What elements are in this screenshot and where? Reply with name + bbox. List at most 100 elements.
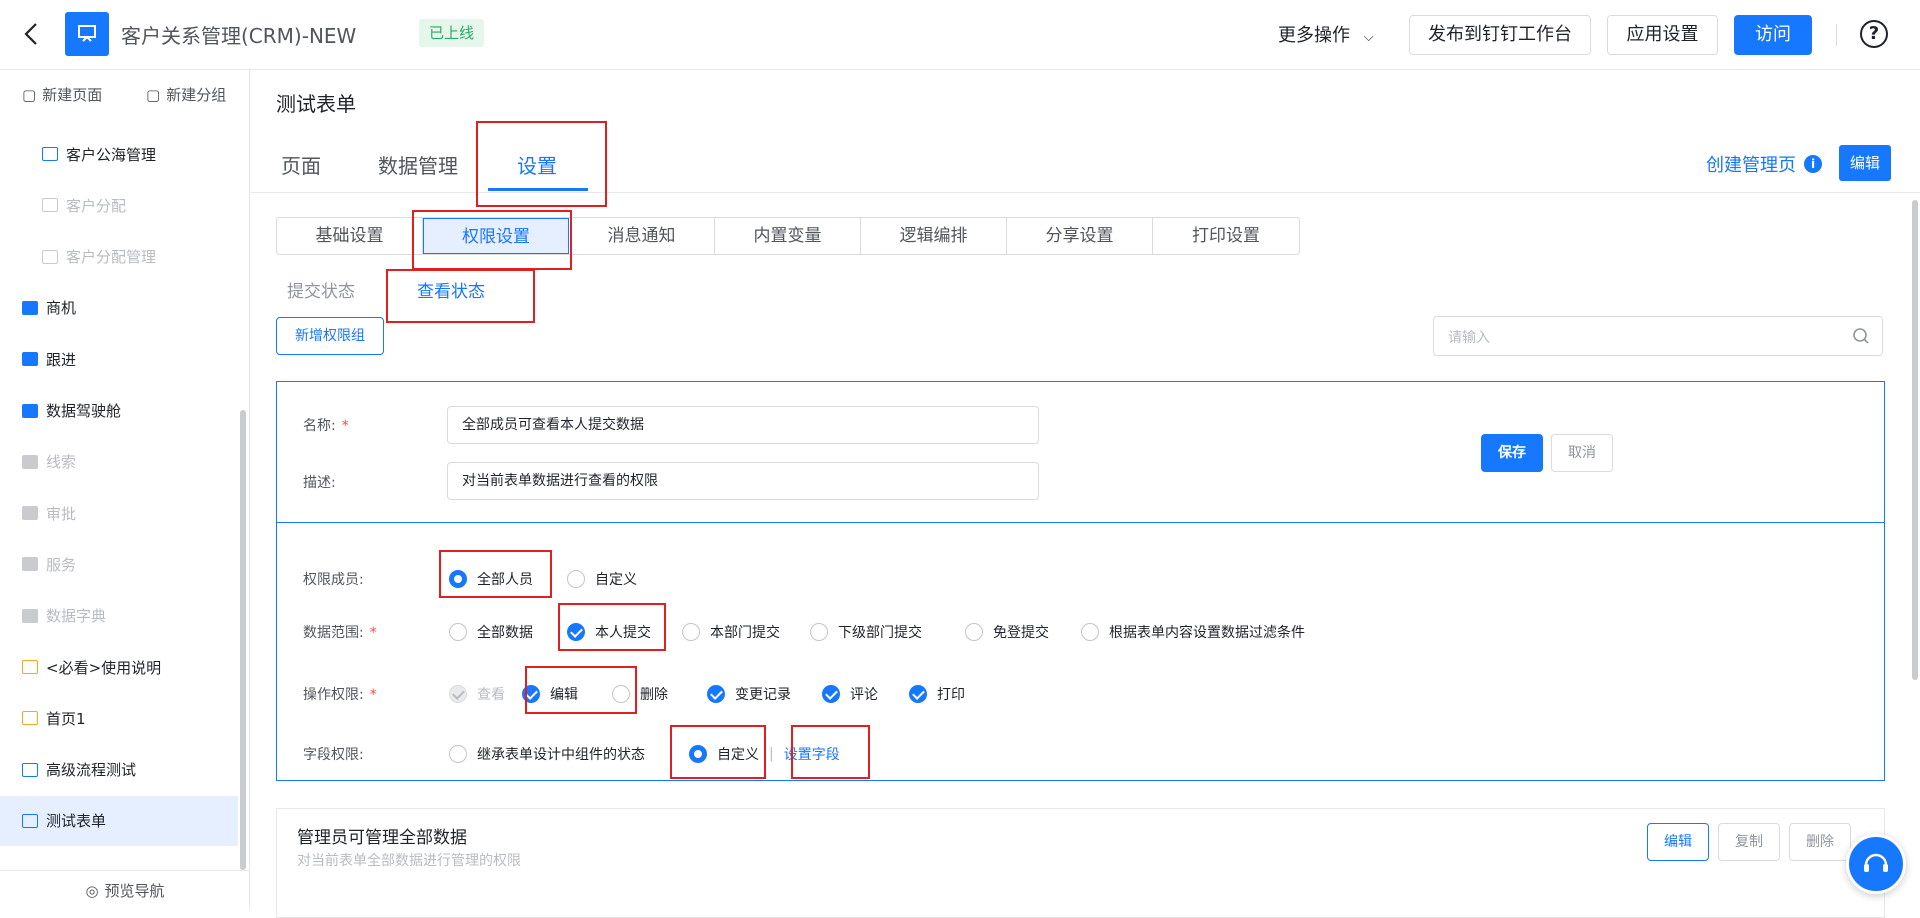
radio-control[interactable] xyxy=(689,745,707,763)
divider xyxy=(277,522,1884,523)
sidebar-item[interactable]: 客户分配 xyxy=(0,180,238,230)
checkbox-control[interactable] xyxy=(567,623,585,641)
operation-permission-option[interactable]: 编辑 xyxy=(522,684,578,704)
option-label: 删除 xyxy=(640,687,668,703)
radio-control[interactable] xyxy=(449,570,467,588)
sidebar-item[interactable]: 首页1 xyxy=(0,693,238,743)
sidebar-item[interactable]: 数据字典 xyxy=(0,591,238,641)
info-icon[interactable]: i xyxy=(1804,155,1822,173)
tab-share-settings[interactable]: 分享设置 xyxy=(1007,218,1153,254)
name-label: 名称: * xyxy=(303,418,349,434)
tab-logic-orchestration[interactable]: 逻辑编排 xyxy=(861,218,1007,254)
search-icon[interactable] xyxy=(1852,327,1870,345)
create-admin-page-label: 创建管理页 xyxy=(1706,155,1796,176)
back-arrow-icon[interactable] xyxy=(18,20,46,48)
set-fields-link[interactable]: 设置字段 xyxy=(784,744,840,764)
edit-button[interactable]: 编辑 xyxy=(1839,145,1891,181)
search-input[interactable]: 请输入 xyxy=(1433,316,1883,356)
sidebar-item-label: 数据字典 xyxy=(46,607,107,626)
field-option-custom[interactable]: 自定义 | 设置字段 xyxy=(689,744,840,764)
sidebar-item[interactable]: 客户分配管理 xyxy=(0,232,238,282)
tab-print-settings[interactable]: 打印设置 xyxy=(1153,218,1299,254)
sidebar-scrollbar[interactable] xyxy=(240,410,246,870)
checkbox-control[interactable] xyxy=(909,685,927,703)
checkbox-control[interactable] xyxy=(707,685,725,703)
data-scope-option[interactable]: 全部数据 xyxy=(449,622,533,642)
copy-group-button[interactable]: 复制 xyxy=(1718,823,1780,861)
tab-basic-settings[interactable]: 基础设置 xyxy=(277,218,423,254)
chat-support-icon[interactable] xyxy=(1846,834,1906,894)
members-option-all[interactable]: 全部人员 xyxy=(449,569,533,589)
preview-nav-button[interactable]: ◎ 预览导航 xyxy=(0,870,250,910)
main-scrollbar[interactable] xyxy=(1912,200,1918,680)
radio-control[interactable] xyxy=(449,745,467,763)
radio-control[interactable] xyxy=(567,570,585,588)
save-button[interactable]: 保存 xyxy=(1481,434,1543,472)
sidebar-item[interactable]: 线索 xyxy=(0,437,238,487)
checkbox-control[interactable] xyxy=(822,685,840,703)
page-icon xyxy=(22,660,38,674)
checkbox-control[interactable] xyxy=(1081,623,1099,641)
field-option-inherit[interactable]: 继承表单设计中组件的状态 xyxy=(449,744,645,764)
checkbox-control[interactable] xyxy=(612,685,630,703)
sidebar-item[interactable]: 测试表单 xyxy=(0,795,238,846)
tab-settings[interactable]: 设置 xyxy=(517,150,557,179)
operation-permission-option[interactable]: 删除 xyxy=(612,684,668,704)
tab-data-management[interactable]: 数据管理 xyxy=(378,150,458,179)
app-settings-button[interactable]: 应用设置 xyxy=(1607,15,1718,55)
name-field[interactable]: 全部成员可查看本人提交数据 xyxy=(447,406,1039,444)
sidebar-item-label: 高级流程测试 xyxy=(46,761,137,780)
new-group-button[interactable]: ▢ 新建分组 xyxy=(146,84,226,105)
add-permission-group-button[interactable]: 新增权限组 xyxy=(276,317,384,355)
sidebar-item[interactable]: <必看>使用说明 xyxy=(0,642,238,692)
option-label: 自定义 xyxy=(717,747,759,763)
checkbox-control[interactable] xyxy=(449,623,467,641)
sidebar-item[interactable]: 高级流程测试 xyxy=(0,745,238,795)
option-label: 编辑 xyxy=(550,687,578,703)
members-option-custom[interactable]: 自定义 xyxy=(567,569,637,589)
publish-button[interactable]: 发布到钉钉工作台 xyxy=(1409,15,1591,55)
data-scope-option[interactable]: 根据表单内容设置数据过滤条件 xyxy=(1081,622,1305,642)
data-scope-option[interactable]: 免登提交 xyxy=(965,622,1049,642)
create-admin-page-link[interactable]: 创建管理页 i xyxy=(1706,151,1822,177)
checkbox-control[interactable] xyxy=(810,623,828,641)
data-scope-option[interactable]: 本人提交 xyxy=(567,622,651,642)
help-icon[interactable]: ? xyxy=(1860,20,1888,48)
tab-page[interactable]: 页面 xyxy=(281,150,321,179)
folder-icon xyxy=(22,557,38,572)
new-page-button[interactable]: ▢ 新建页面 xyxy=(22,84,102,105)
cancel-button[interactable]: 取消 xyxy=(1551,434,1613,472)
subtab-submit-status[interactable]: 提交状态 xyxy=(287,277,355,302)
subtab-view-status[interactable]: 查看状态 xyxy=(417,277,485,302)
sidebar-item-label: 客户分配管理 xyxy=(66,248,157,267)
tab-notifications[interactable]: 消息通知 xyxy=(569,218,715,254)
operation-permission-option[interactable]: 打印 xyxy=(909,684,965,704)
folder-icon xyxy=(22,608,38,623)
operation-permission-option[interactable]: 评论 xyxy=(822,684,878,704)
sidebar-item[interactable]: 客户公海管理 xyxy=(0,129,238,179)
field-permissions-label: 字段权限: xyxy=(303,747,364,763)
tab-permission-settings[interactable]: 权限设置 xyxy=(423,218,569,254)
operation-permissions-label: 操作权限: * xyxy=(303,687,377,703)
description-field[interactable]: 对当前表单数据进行查看的权限 xyxy=(447,462,1039,500)
flow-icon xyxy=(22,762,38,777)
edit-group-button[interactable]: 编辑 xyxy=(1647,823,1709,861)
delete-group-button[interactable]: 删除 xyxy=(1789,823,1851,861)
checkbox-control[interactable] xyxy=(965,623,983,641)
checkbox-control[interactable] xyxy=(522,685,540,703)
option-label: 本人提交 xyxy=(595,625,651,641)
visit-button[interactable]: 访问 xyxy=(1734,15,1812,55)
sidebar-item[interactable]: 跟进 xyxy=(0,334,238,384)
checkbox-control[interactable] xyxy=(682,623,700,641)
operation-permission-option[interactable]: 变更记录 xyxy=(707,684,791,704)
data-scope-option[interactable]: 下级部门提交 xyxy=(810,622,922,642)
option-label: 变更记录 xyxy=(735,687,791,703)
data-scope-option[interactable]: 本部门提交 xyxy=(682,622,780,642)
sidebar-item[interactable]: 服务 xyxy=(0,539,238,589)
sidebar-item[interactable]: 审批 xyxy=(0,488,238,538)
sidebar-item[interactable]: 数据驾驶舱 xyxy=(0,386,238,436)
sidebar-item[interactable]: 商机 xyxy=(0,283,238,333)
more-actions-dropdown[interactable]: 更多操作 ⌵ xyxy=(1278,21,1374,47)
sidebar: ▢ 新建页面 ▢ 新建分组 客户公海管理 客户分配客户分配管理商机 跟进 数据驾驶舱线… xyxy=(0,70,250,910)
tab-builtin-variables[interactable]: 内置变量 xyxy=(715,218,861,254)
